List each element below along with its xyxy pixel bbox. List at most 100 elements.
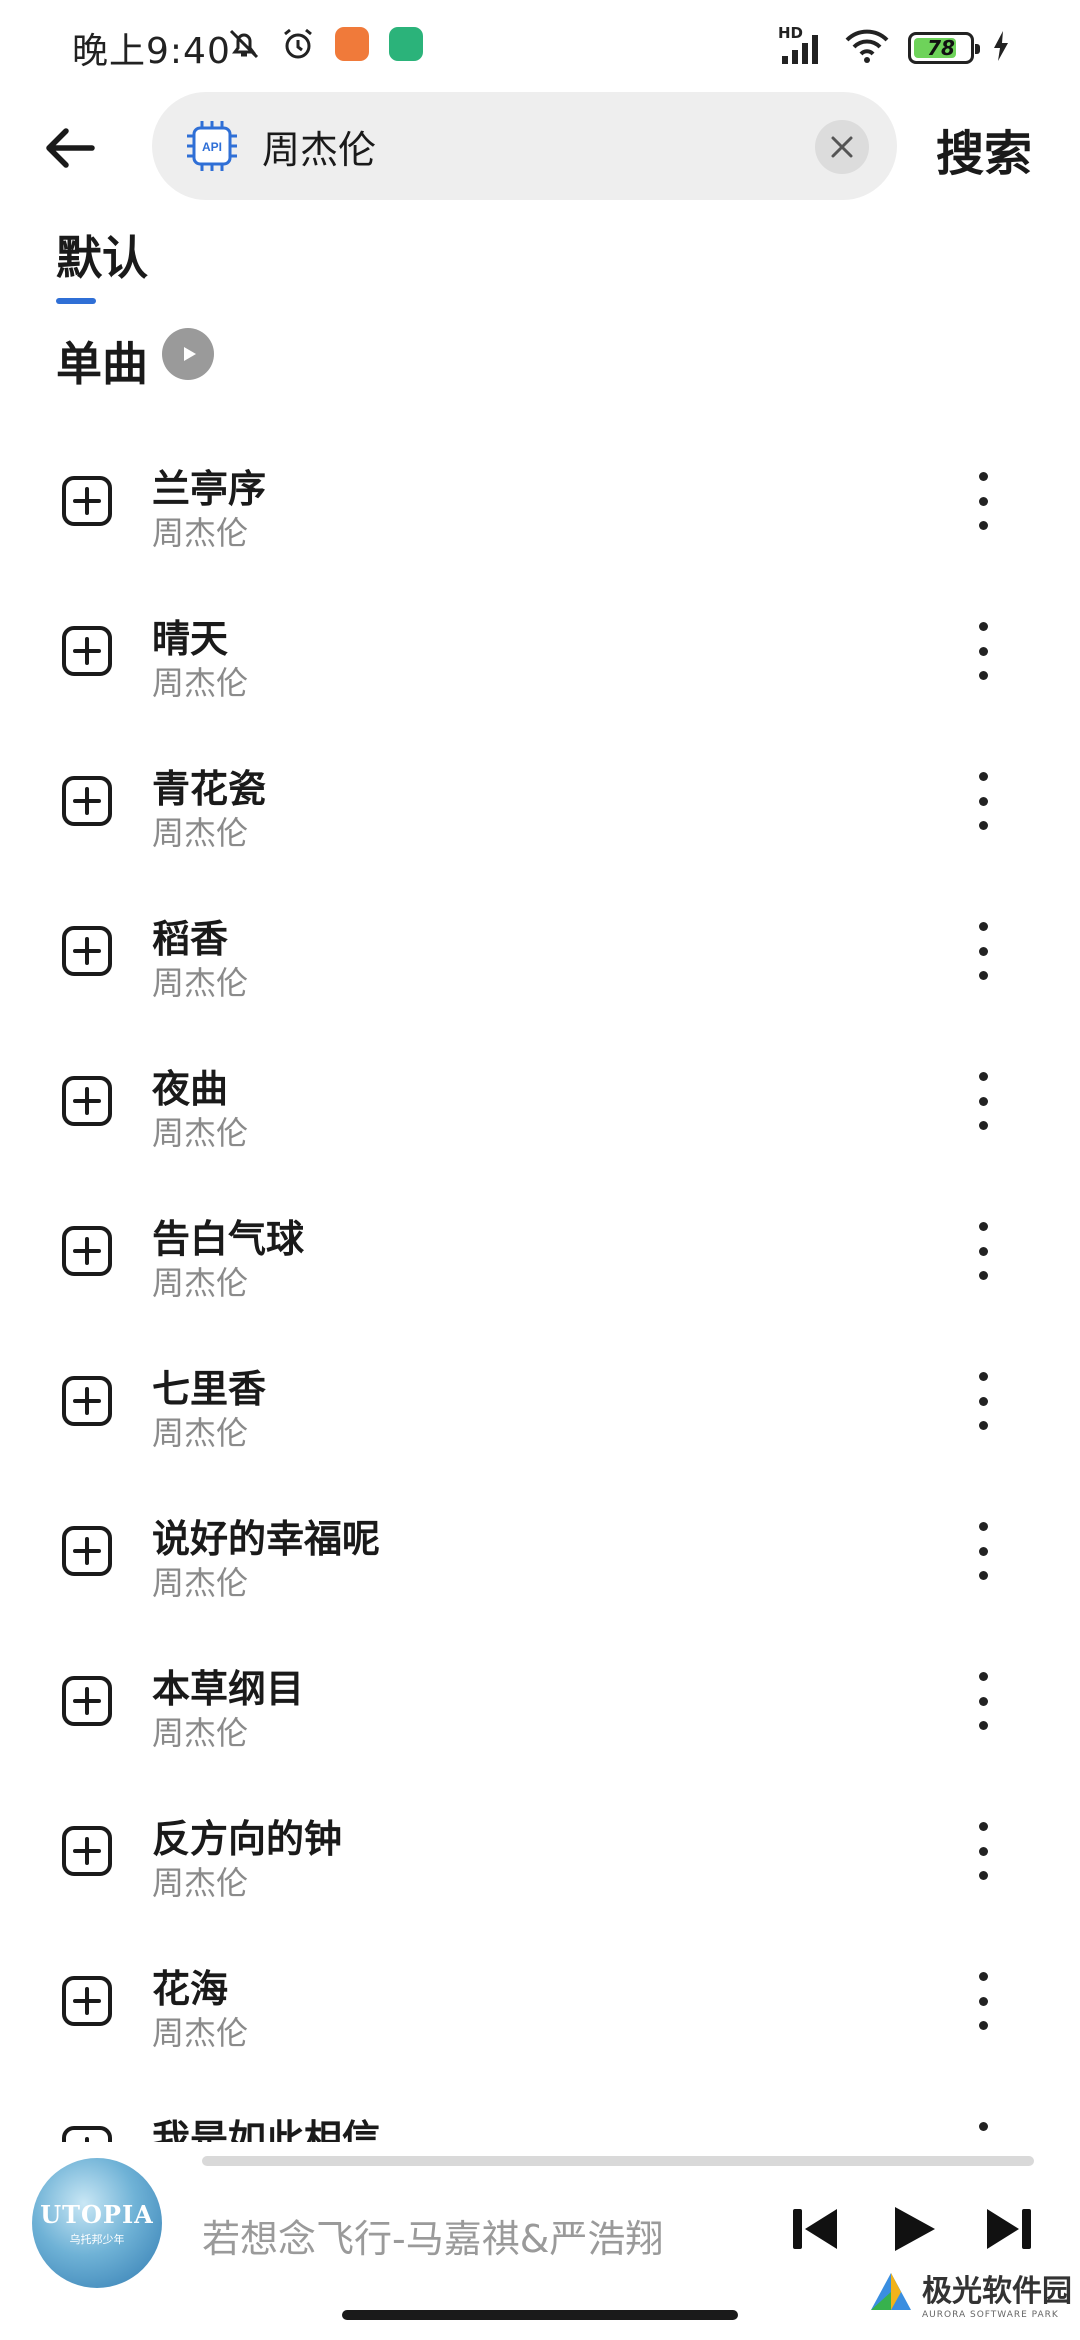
song-title: 本草纲目 <box>152 1667 305 1711</box>
more-dot-icon <box>978 472 988 481</box>
song-title: 花海 <box>152 1967 229 2011</box>
more-dot-icon <box>978 2122 988 2131</box>
song-title: 夜曲 <box>152 1067 229 1111</box>
more-dot-icon <box>978 622 988 631</box>
more-dot-icon <box>978 772 988 781</box>
song-title: 说好的幸福呢 <box>152 1517 381 1561</box>
add-to-playlist-button[interactable] <box>60 1224 114 1278</box>
more-dot-icon <box>978 821 988 830</box>
song-row[interactable]: 反方向的钟 周杰伦 <box>0 1790 1080 1940</box>
more-options-button[interactable] <box>958 768 1008 834</box>
song-row[interactable]: 说好的幸福呢 周杰伦 <box>0 1490 1080 1640</box>
status-icons-right: HD 78 <box>778 24 1010 68</box>
song-row[interactable]: 晴天 周杰伦 <box>0 590 1080 740</box>
more-dot-icon <box>978 922 988 931</box>
more-dot-icon <box>978 1096 988 1106</box>
back-arrow-icon <box>46 128 95 168</box>
search-input[interactable]: API 周杰伦 <box>152 92 897 200</box>
song-title: 晴天 <box>152 617 229 661</box>
song-row[interactable]: 青花瓷 周杰伦 <box>0 740 1080 890</box>
song-artist: 周杰伦 <box>152 2014 249 2052</box>
add-to-playlist-button[interactable] <box>60 2124 114 2142</box>
more-dot-icon <box>978 1246 988 1256</box>
more-dot-icon <box>978 671 988 680</box>
more-options-button[interactable] <box>958 1968 1008 2034</box>
cover-title: UTOPIA <box>40 2199 154 2229</box>
song-row[interactable]: 兰亭序 周杰伦 <box>0 440 1080 590</box>
alarm-icon <box>280 26 316 62</box>
more-dot-icon <box>978 521 988 530</box>
add-to-playlist-button[interactable] <box>60 774 114 828</box>
previous-button[interactable] <box>782 2196 848 2262</box>
add-to-playlist-button[interactable] <box>60 1974 114 2028</box>
add-to-playlist-button[interactable] <box>60 1074 114 1128</box>
more-options-button[interactable] <box>958 1218 1008 1284</box>
more-options-button[interactable] <box>958 1518 1008 1584</box>
more-dot-icon <box>978 1822 988 1831</box>
song-artist: 周杰伦 <box>152 664 249 702</box>
status-time: 晚上9:40 <box>72 31 231 72</box>
song-artist: 周杰伦 <box>152 1714 249 1752</box>
song-row[interactable]: 告白气球 周杰伦 <box>0 1190 1080 1340</box>
add-to-playlist-button[interactable] <box>60 1674 114 1728</box>
album-cover[interactable]: UTOPIA 乌托邦少年 <box>32 2158 162 2288</box>
song-artist: 周杰伦 <box>152 514 249 552</box>
home-indicator[interactable] <box>342 2310 738 2320</box>
add-to-playlist-button[interactable] <box>60 924 114 978</box>
tab-active-indicator <box>56 298 96 304</box>
play-icon <box>895 2207 935 2251</box>
more-dot-icon <box>978 1121 988 1130</box>
battery-tip <box>975 44 980 54</box>
add-to-playlist-button[interactable] <box>60 474 114 528</box>
more-dot-icon <box>978 1222 988 1231</box>
more-options-button[interactable] <box>958 2118 1008 2142</box>
search-header: API 周杰伦 搜索 <box>0 92 1080 204</box>
song-title: 青花瓷 <box>152 767 267 811</box>
more-dot-icon <box>978 1271 988 1280</box>
watermark-logo-icon <box>871 2273 911 2310</box>
more-options-button[interactable] <box>958 1068 1008 1134</box>
song-artist: 周杰伦 <box>152 1864 249 1902</box>
play-pause-button[interactable] <box>880 2196 946 2262</box>
add-to-playlist-button[interactable] <box>60 1824 114 1878</box>
progress-bar[interactable] <box>202 2156 1034 2166</box>
next-button[interactable] <box>976 2196 1042 2262</box>
add-to-playlist-button[interactable] <box>60 1524 114 1578</box>
more-options-button[interactable] <box>958 1368 1008 1434</box>
song-title: 七里香 <box>152 1367 267 1411</box>
battery-level: 78 <box>927 36 955 60</box>
song-artist: 周杰伦 <box>152 964 249 1002</box>
back-button[interactable] <box>36 114 104 182</box>
song-artist: 周杰伦 <box>152 1564 249 1602</box>
skip-previous-icon <box>793 2209 837 2249</box>
more-dot-icon <box>978 1421 988 1430</box>
charging-icon <box>992 30 1010 66</box>
skip-next-icon <box>987 2209 1031 2249</box>
tab-default[interactable]: 默认 <box>56 222 148 288</box>
play-all-button[interactable] <box>162 328 214 380</box>
song-row[interactable]: 本草纲目 周杰伦 <box>0 1640 1080 1790</box>
api-chip-icon: API <box>187 121 237 171</box>
more-options-button[interactable] <box>958 618 1008 684</box>
section-title: 单曲 <box>56 337 148 391</box>
song-row[interactable]: 我是如此相信周杰伦 <box>0 2090 1080 2142</box>
song-row[interactable]: 花海 周杰伦 <box>0 1940 1080 2090</box>
song-row[interactable]: 七里香 周杰伦 <box>0 1340 1080 1490</box>
now-playing-title[interactable]: 若想念飞行-马嘉祺&严浩翔 <box>202 2208 663 2263</box>
more-options-button[interactable] <box>958 1668 1008 1734</box>
search-button[interactable]: 搜索 <box>936 114 1032 184</box>
add-to-playlist-button[interactable] <box>60 624 114 678</box>
more-options-button[interactable] <box>958 468 1008 534</box>
signal-icon: HD <box>778 24 826 66</box>
more-dot-icon <box>978 1972 988 1981</box>
more-dot-icon <box>978 796 988 806</box>
song-row[interactable]: 稻香 周杰伦 <box>0 890 1080 1040</box>
song-row[interactable]: 夜曲 周杰伦 <box>0 1040 1080 1190</box>
play-icon <box>184 347 196 361</box>
song-artist: 周杰伦 <box>152 1414 249 1452</box>
more-options-button[interactable] <box>958 1818 1008 1884</box>
add-to-playlist-button[interactable] <box>60 1374 114 1428</box>
more-options-button[interactable] <box>958 918 1008 984</box>
clear-search-button[interactable] <box>815 120 869 174</box>
watermark-subtext: AURORA SOFTWARE PARK <box>922 2310 1059 2320</box>
